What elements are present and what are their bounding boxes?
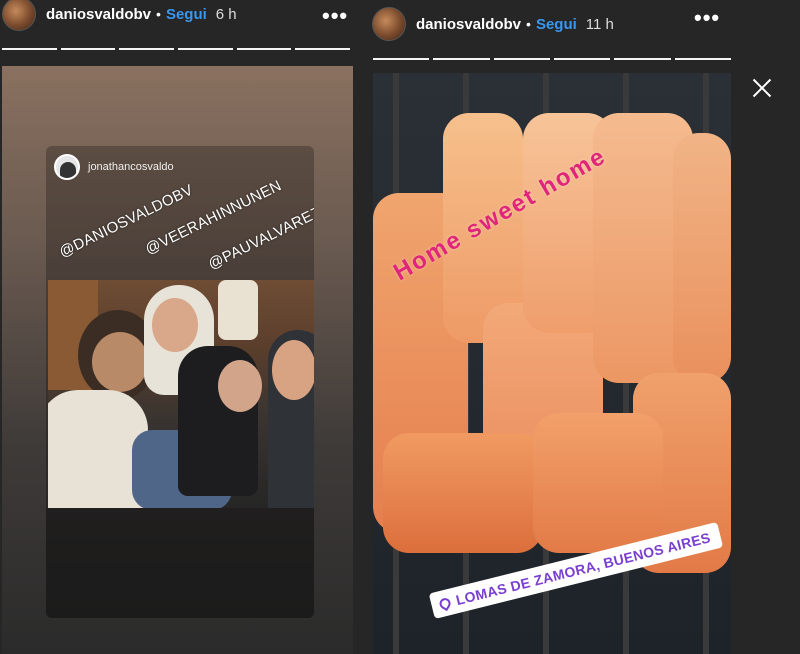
more-dots-icon[interactable]: ••• [322, 3, 348, 29]
progress-segment [674, 58, 731, 60]
repost-username[interactable]: jonathancosvaldo [88, 161, 174, 173]
shrimp-skewer [383, 433, 543, 553]
avatar[interactable] [372, 7, 406, 41]
close-icon[interactable] [748, 74, 776, 102]
timestamp: 6 h [215, 5, 237, 23]
left-story-header: daniosvaldobv • Segui 6 h [2, 0, 237, 38]
username[interactable]: daniosvaldobv [416, 16, 521, 33]
more-dots-icon[interactable]: ••• [694, 5, 720, 31]
progress-segment [236, 48, 292, 50]
follow-button[interactable]: Segui [536, 16, 577, 33]
mention-tag[interactable]: @DANIOSVALDOBV [57, 181, 196, 261]
shrimp-grill-photo[interactable]: Home sweet home LOMAS DE ZAMORA, BUENOS … [373, 73, 731, 654]
group-selfie-photo [48, 280, 314, 508]
avatar[interactable] [2, 0, 36, 31]
timestamp: 11 h [585, 15, 614, 33]
progress-segment [60, 48, 116, 50]
separator-dot: • [156, 6, 161, 22]
repost-avatar[interactable] [54, 154, 80, 180]
separator-dot: • [526, 16, 531, 32]
story-progress-bar [373, 58, 731, 60]
repost-header: jonathancosvaldo [54, 154, 174, 180]
story-progress-bar [2, 48, 351, 50]
shrimp-skewer [533, 413, 663, 553]
shrimp-skewer [673, 133, 731, 383]
progress-segment [295, 48, 351, 50]
username[interactable]: daniosvaldobv [46, 6, 151, 23]
progress-segment [373, 58, 430, 60]
progress-segment [433, 58, 490, 60]
repost-card[interactable]: jonathancosvaldo @DANIOSVALDOBV @VEERAHI… [46, 146, 314, 618]
progress-segment [493, 58, 550, 60]
right-story-header: daniosvaldobv • Segui 11 h [372, 0, 614, 48]
progress-segment [553, 58, 611, 60]
progress-segment [178, 48, 233, 50]
progress-segment [2, 48, 57, 50]
card-bottom-area [46, 508, 314, 618]
follow-button[interactable]: Segui [166, 6, 207, 23]
map-pin-icon [437, 595, 453, 611]
progress-segment [614, 58, 671, 60]
progress-segment [119, 48, 175, 50]
